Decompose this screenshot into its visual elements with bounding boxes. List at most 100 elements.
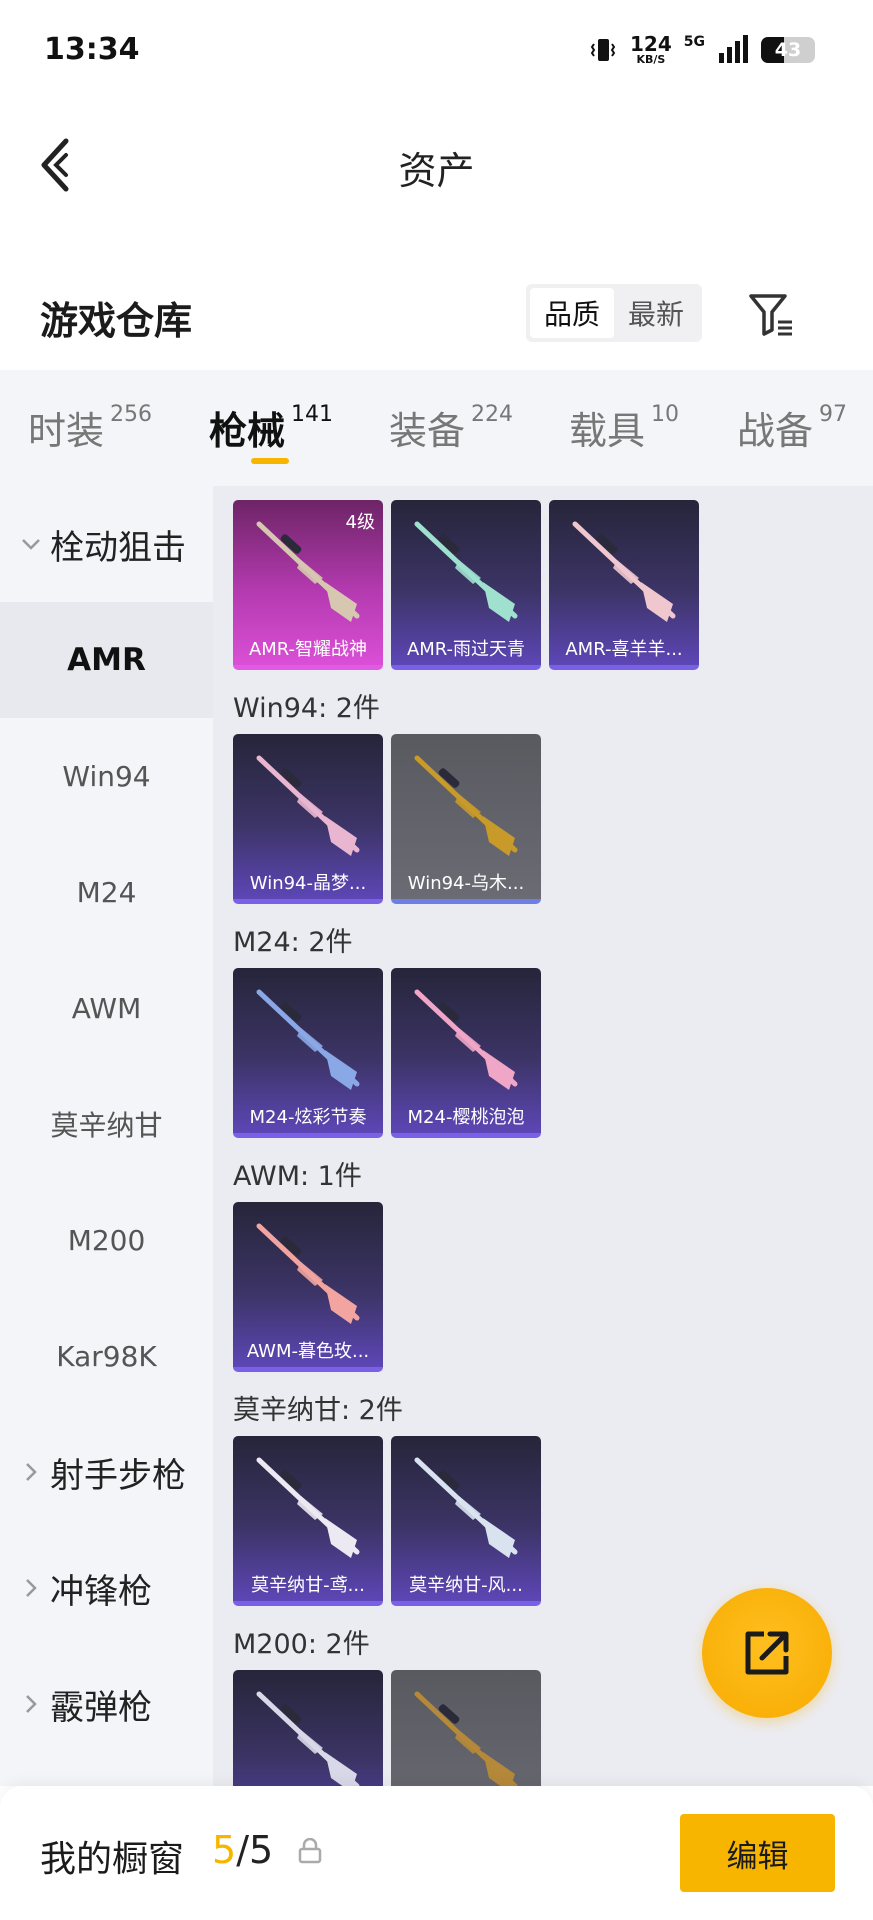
skin-name: AMR-雨过天青 <box>406 639 526 660</box>
showcase-title: 我的橱窗 <box>40 1839 185 1880</box>
rifle-icon <box>414 1457 518 1558</box>
level-badge: 4级 <box>345 512 375 533</box>
sidebar-item-mosin[interactable]: 莫辛纳甘 <box>0 1066 213 1182</box>
sidebar-group-marksman[interactable]: 射手步枪 <box>0 1414 213 1530</box>
tab-count: 256 <box>110 402 153 427</box>
skin-card[interactable]: AMR-喜羊羊... <box>549 500 699 670</box>
chevron-right-icon <box>20 1462 42 1482</box>
skin-card[interactable]: AWM-暮色玫... <box>233 1202 383 1372</box>
filter-icon <box>749 294 792 336</box>
skin-card[interactable]: 莫辛纳甘-风... <box>391 1436 541 1606</box>
status-time: 13:34 <box>44 32 140 67</box>
tab-count: 10 <box>651 402 680 427</box>
edit-button[interactable]: 编辑 <box>680 1814 835 1892</box>
tab-count: 97 <box>819 402 848 427</box>
skin-card[interactable]: M24-樱桃泡泡 <box>391 968 541 1138</box>
skin-name: AMR-智耀战神 <box>248 639 368 660</box>
sidebar-group-label: 栓动狙击 <box>50 527 186 568</box>
sidebar-group-shotgun[interactable]: 霰弹枪 <box>0 1646 213 1762</box>
network-type: 5G <box>683 34 705 50</box>
signal-icon <box>719 34 748 63</box>
rifle-icon <box>256 755 360 856</box>
status-bar: 13:34 124 KB/S 5G 43 <box>0 0 873 100</box>
tab-count: 141 <box>291 402 334 427</box>
tab-fashion[interactable]: 时装 256 <box>28 400 152 455</box>
showcase-bar: 我的橱窗 5/5 编辑 <box>0 1786 873 1920</box>
sidebar-item-m200[interactable]: M200 <box>0 1182 213 1298</box>
share-icon <box>745 1631 789 1675</box>
showcase-current: 5 <box>212 1828 237 1872</box>
filter-button[interactable] <box>742 286 802 344</box>
chevron-right-icon <box>20 1694 42 1714</box>
battery-icon: 43 <box>761 36 815 63</box>
sort-option-quality[interactable]: 品质 <box>530 288 614 338</box>
tab-label: 枪械 <box>209 409 286 453</box>
skin-card[interactable]: Win94-晶梦... <box>233 734 383 904</box>
sidebar-group-bolt-action[interactable]: 栓动狙击 <box>0 486 213 602</box>
skin-name: Win94-乌木... <box>407 873 525 894</box>
sidebar-item-m24[interactable]: M24 <box>0 834 213 950</box>
rifle-icon <box>414 1691 518 1786</box>
chevron-down-icon <box>20 537 42 551</box>
section-title: M200: 2件 <box>233 1629 370 1660</box>
skin-card[interactable]: M24-炫彩节奏 <box>233 968 383 1138</box>
tab-vehicles[interactable]: 载具 10 <box>569 400 679 455</box>
section-title: 莫辛纳甘: 2件 <box>233 1395 403 1426</box>
skin-card[interactable] <box>391 1670 541 1786</box>
sidebar-item-kar98k[interactable]: Kar98K <box>0 1298 213 1414</box>
net-speed-unit: KB/S <box>636 53 666 66</box>
section-title: Win94: 2件 <box>233 693 380 724</box>
section-title: M24: 2件 <box>233 927 353 958</box>
skin-card[interactable]: 莫辛纳甘-鸢... <box>233 1436 383 1606</box>
skin-name: 莫辛纳甘-风... <box>409 1575 523 1596</box>
sort-toggle: 品质 最新 <box>526 284 702 342</box>
net-speed-value: 124 <box>630 32 672 56</box>
sidebar-item-awm[interactable]: AWM <box>0 950 213 1066</box>
page-title: 资产 <box>398 149 475 193</box>
tab-equipment[interactable]: 装备 224 <box>389 400 513 455</box>
chevron-right-icon <box>20 1578 42 1598</box>
rifle-icon <box>572 521 676 622</box>
rifle-icon <box>256 1457 360 1558</box>
lock-icon <box>298 1838 322 1864</box>
weapon-sidebar: 栓动狙击 AMR Win94 M24 AWM 莫辛纳甘 M200 Kar98K … <box>0 486 213 1786</box>
skin-name: M24-炫彩节奏 <box>249 1107 367 1128</box>
warehouse-header: 游戏仓库 品质 最新 <box>0 270 873 360</box>
rifle-icon <box>256 989 360 1090</box>
skin-card[interactable]: AMR-雨过天青 <box>391 500 541 670</box>
skin-name: AWM-暮色玫... <box>246 1341 370 1362</box>
sidebar-group-smg[interactable]: 冲锋枪 <box>0 1530 213 1646</box>
sidebar-group-label: 冲锋枪 <box>50 1571 152 1612</box>
net-speed: 124 KB/S <box>630 34 672 65</box>
tab-label: 时装 <box>28 409 105 453</box>
tab-supplies[interactable]: 战备 97 <box>737 400 847 455</box>
skin-card[interactable]: Win94-乌木... <box>391 734 541 904</box>
tab-guns[interactable]: 枪械 141 <box>209 400 333 455</box>
rifle-icon <box>256 1691 360 1786</box>
sidebar-group-label: 射手步枪 <box>50 1455 186 1496</box>
rifle-icon <box>256 1223 360 1324</box>
sidebar-group-label: 霰弹枪 <box>50 1687 152 1728</box>
skin-card[interactable] <box>233 1670 383 1786</box>
active-tab-indicator <box>251 458 289 464</box>
battery-level: 43 <box>774 38 802 61</box>
rifle-icon <box>414 989 518 1090</box>
rifle-icon <box>414 521 518 622</box>
skin-name: Win94-晶梦... <box>249 873 367 894</box>
nav-bar: 资产 <box>0 100 873 230</box>
sidebar-item-win94[interactable]: Win94 <box>0 718 213 834</box>
showcase-count: 5/5 <box>212 1828 274 1872</box>
skin-card[interactable]: 4级 AMR-智耀战神 <box>233 500 383 670</box>
rifle-icon <box>414 755 518 856</box>
share-button[interactable] <box>702 1588 832 1718</box>
tab-label: 装备 <box>389 409 466 453</box>
tab-count: 224 <box>471 402 514 427</box>
skin-name: M24-樱桃泡泡 <box>407 1107 525 1128</box>
section-title: AWM: 1件 <box>233 1161 362 1192</box>
tab-label: 战备 <box>737 409 814 453</box>
status-icons: 124 KB/S 5G 43 <box>588 34 815 65</box>
skin-name: 莫辛纳甘-鸢... <box>251 1575 365 1596</box>
sort-option-newest[interactable]: 最新 <box>614 288 698 338</box>
sidebar-item-amr[interactable]: AMR <box>0 602 213 718</box>
tab-label: 载具 <box>569 409 646 453</box>
